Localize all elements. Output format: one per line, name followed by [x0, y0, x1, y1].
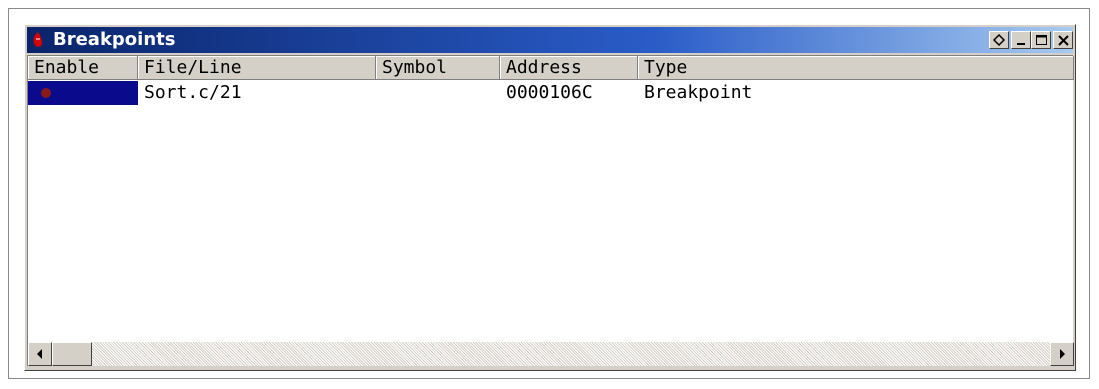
title-bar[interactable]: Breakpoints [27, 27, 1073, 53]
minimize-button[interactable] [1011, 31, 1031, 49]
maximize-icon [1036, 35, 1047, 45]
maximize-button[interactable] [1031, 31, 1051, 49]
close-button[interactable] [1053, 31, 1073, 49]
restore-button[interactable] [989, 31, 1009, 49]
arrow-right-icon [1060, 349, 1065, 359]
breakpoint-app-icon [33, 32, 42, 47]
scroll-right-button[interactable] [1050, 342, 1074, 366]
diamond-icon [992, 33, 1006, 47]
breakpoints-list[interactable]: Enable File/Line Symbol Address Type Sor… [27, 55, 1074, 366]
table-row[interactable]: Sort.c/21 0000106C Breakpoint [28, 81, 1074, 105]
symbol-cell [376, 81, 382, 105]
file-line-cell: Sort.c/21 [144, 82, 242, 103]
scroll-left-button[interactable] [28, 342, 52, 366]
column-header-address[interactable]: Address [500, 56, 638, 80]
scrollbar-thumb[interactable] [52, 342, 92, 366]
column-header-type[interactable]: Type [638, 56, 1074, 80]
breakpoint-enabled-icon [41, 88, 51, 98]
window-title: Breakpoints [53, 29, 176, 50]
close-icon [1058, 35, 1069, 46]
column-header-symbol[interactable]: Symbol [376, 56, 500, 80]
minimize-icon [1017, 43, 1025, 45]
horizontal-scrollbar[interactable] [28, 342, 1074, 366]
column-header-enable[interactable]: Enable [28, 56, 138, 80]
enable-cell[interactable] [28, 81, 138, 105]
column-header-file-line[interactable]: File/Line [138, 56, 376, 80]
list-header: Enable File/Line Symbol Address Type [28, 56, 1074, 80]
arrow-left-icon [37, 349, 42, 359]
type-cell: Breakpoint [644, 82, 753, 103]
address-cell: 0000106C [506, 82, 593, 103]
breakpoints-window: Breakpoints Enable File/Line Symbol Addr… [24, 24, 1076, 371]
